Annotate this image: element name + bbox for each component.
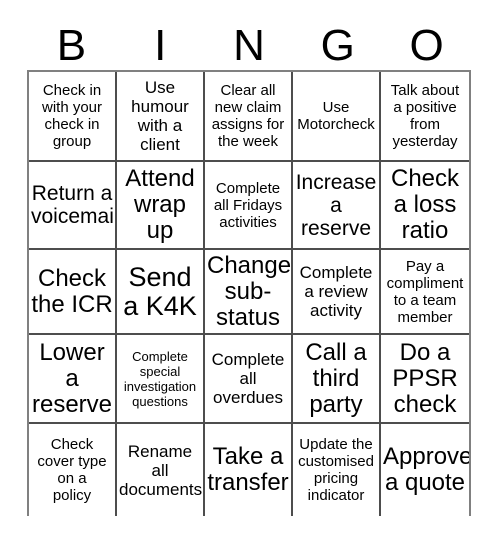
bingo-letter-n: N xyxy=(233,21,265,70)
bingo-square-label: Check the ICR xyxy=(31,264,113,318)
bingo-square-label: Complete a review activity xyxy=(299,263,373,320)
bingo-square-r2-c1[interactable]: Return a voicemail xyxy=(29,162,117,250)
bingo-square-label: Talk about a positive from yesterday xyxy=(390,82,460,150)
bingo-square-label: Complete special investigation questions xyxy=(123,348,197,409)
bingo-square-r4-c4[interactable]: Call a third party xyxy=(293,335,381,424)
bingo-square-label: Return a voicemail xyxy=(31,182,117,228)
bingo-square-label: Update the customised pricing indicator xyxy=(298,436,374,504)
bingo-square-label: Attend wrap up xyxy=(125,165,195,244)
bingo-square-r1-c3[interactable]: Clear all new claim assigns for the week xyxy=(205,72,293,162)
bingo-square-label: Use humour with a client xyxy=(131,78,189,154)
bingo-square-label: Check in with your check in group xyxy=(41,82,103,150)
bingo-square-label: Approve a quote xyxy=(383,443,469,496)
bingo-letter-o: O xyxy=(409,21,444,70)
bingo-square-r3-c3[interactable]: Change sub- status xyxy=(205,250,293,335)
bingo-square-r3-c1[interactable]: Check the ICR xyxy=(29,250,117,335)
bingo-square-r1-c1[interactable]: Check in with your check in group xyxy=(29,72,117,162)
bingo-square-r4-c5[interactable]: Do a PPSR check xyxy=(381,335,469,424)
bingo-letter-b: B xyxy=(56,21,87,70)
bingo-square-r5-c4[interactable]: Update the customised pricing indicator xyxy=(293,424,381,516)
bingo-square-label: Check a loss ratio xyxy=(390,165,460,244)
bingo-square-r5-c2[interactable]: Rename all documents xyxy=(117,424,205,516)
bingo-square-label: Clear all new claim assigns for the week xyxy=(211,82,285,150)
bingo-square-r5-c5[interactable]: Approve a quote xyxy=(381,424,469,516)
bingo-square-label: Lower a reserve xyxy=(31,338,113,418)
bingo-square-r1-c2[interactable]: Use humour with a client xyxy=(117,72,205,162)
bingo-letter-g: G xyxy=(320,21,355,70)
bingo-square-r3-c5[interactable]: Pay a compliment to a team member xyxy=(381,250,469,335)
bingo-square-label: Use Motorcheck xyxy=(297,99,375,133)
bingo-square-label: Complete all overdues xyxy=(211,350,285,407)
bingo-square-r2-c4[interactable]: Increase a reserve xyxy=(293,162,381,250)
bingo-square-label: Do a PPSR check xyxy=(392,338,458,418)
bingo-square-r3-c4[interactable]: Complete a review activity xyxy=(293,250,381,335)
bingo-square-r2-c5[interactable]: Check a loss ratio xyxy=(381,162,469,250)
bingo-square-r4-c1[interactable]: Lower a reserve xyxy=(29,335,117,424)
bingo-letter-i: I xyxy=(154,21,167,70)
bingo-square-r2-c3[interactable]: Complete all Fridays activities xyxy=(205,162,293,250)
bingo-grid: Check in with your check in group Use hum… xyxy=(27,70,471,516)
bingo-square-r4-c2[interactable]: Complete special investigation questions xyxy=(117,335,205,424)
bingo-square-r1-c5[interactable]: Talk about a positive from yesterday xyxy=(381,72,469,162)
bingo-square-label: Pay a compliment to a team member xyxy=(386,257,464,326)
bingo-square-r1-c4[interactable]: Use Motorcheck xyxy=(293,72,381,162)
bingo-square-label: Change sub- status xyxy=(207,251,292,331)
bingo-square-label: Take a transfer xyxy=(207,443,289,496)
bingo-square-label: Send a K4K xyxy=(123,261,197,321)
bingo-square-r5-c1[interactable]: Check cover type on a policy xyxy=(29,424,117,516)
bingo-square-label: Call a third party xyxy=(305,338,367,418)
bingo-square-r2-c2[interactable]: Attend wrap up xyxy=(117,162,205,250)
bingo-square-label: Rename all documents xyxy=(119,441,203,499)
bingo-square-r5-c3[interactable]: Take a transfer xyxy=(205,424,293,516)
bingo-square-label: Complete all Fridays activities xyxy=(213,179,283,231)
bingo-card: B I N G O Check in with your check in gr… xyxy=(0,0,500,544)
bingo-square-label: Increase a reserve xyxy=(295,170,377,240)
bingo-square-label: Check cover type on a policy xyxy=(37,436,107,504)
bingo-header: B I N G O xyxy=(27,16,471,70)
bingo-square-r3-c2[interactable]: Send a K4K xyxy=(117,250,205,335)
bingo-square-r4-c3[interactable]: Complete all overdues xyxy=(205,335,293,424)
